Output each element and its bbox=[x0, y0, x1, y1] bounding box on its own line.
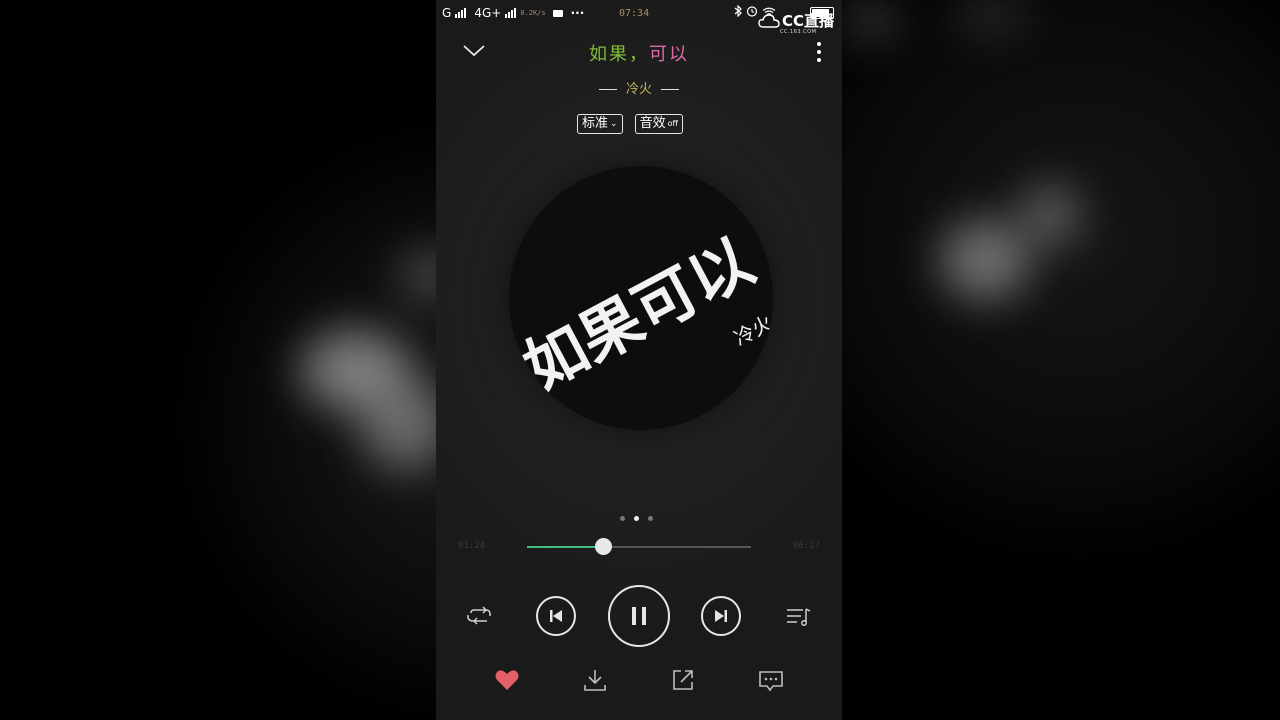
background-blur-shape bbox=[840, 0, 900, 40]
signal-icon bbox=[455, 8, 467, 18]
sound-effects-button[interactable]: 音效 off bbox=[634, 114, 683, 134]
total-time: 06:17 bbox=[792, 541, 820, 551]
network-type-label: G bbox=[442, 6, 452, 20]
previous-track-button[interactable] bbox=[536, 596, 576, 636]
background-blur-shape bbox=[950, 0, 1030, 30]
progress-fill bbox=[527, 546, 604, 548]
effects-state: off bbox=[667, 119, 678, 128]
effects-label: 音效 bbox=[639, 116, 666, 131]
playlist-button[interactable] bbox=[784, 602, 814, 632]
status-time: 07:34 bbox=[619, 8, 650, 19]
album-art-disc[interactable]: 如果可以 冷火 bbox=[509, 166, 773, 430]
play-mode-button[interactable] bbox=[464, 602, 494, 632]
status-bar: G 4G+ 0.2K/s ··· 07:34 CC直播 CC.163.COM bbox=[436, 0, 842, 35]
network-speed: 0.2K/s bbox=[520, 9, 546, 17]
song-title-part: 可以 bbox=[649, 44, 689, 65]
network-type-label: 4G+ bbox=[474, 6, 502, 20]
share-icon bbox=[673, 670, 693, 690]
skip-previous-icon bbox=[550, 610, 562, 622]
album-art-title: 如果可以 bbox=[512, 224, 765, 405]
heart-icon bbox=[495, 670, 519, 690]
comment-icon bbox=[759, 671, 783, 692]
song-title-part: 如果， bbox=[589, 44, 649, 65]
watermark-text: CC直播 bbox=[781, 12, 834, 30]
next-track-button[interactable] bbox=[701, 596, 741, 636]
play-pause-button[interactable] bbox=[608, 585, 670, 647]
bluetooth-icon bbox=[734, 4, 742, 20]
repeat-icon bbox=[467, 606, 491, 625]
page-indicator bbox=[620, 516, 653, 521]
audio-options: 标准 ⌄ 音效 off bbox=[577, 114, 683, 134]
more-notifications-icon: ··· bbox=[570, 6, 585, 20]
progress-bar[interactable] bbox=[527, 538, 751, 555]
page-dot bbox=[620, 516, 625, 521]
skip-next-icon bbox=[715, 610, 727, 622]
pause-icon bbox=[632, 607, 646, 625]
album-art-artist: 冷火 bbox=[730, 310, 773, 350]
video-icon bbox=[552, 9, 563, 17]
quality-selector[interactable]: 标准 ⌄ bbox=[577, 114, 623, 134]
page-dot bbox=[634, 516, 639, 521]
cc-live-watermark: CC直播 CC.163.COM bbox=[758, 10, 834, 35]
page-dot bbox=[648, 516, 653, 521]
song-title: 如果，可以 bbox=[436, 40, 842, 66]
share-button[interactable] bbox=[669, 666, 697, 694]
quality-label: 标准 bbox=[582, 116, 609, 131]
background-blur-shape bbox=[1020, 185, 1080, 245]
playlist-icon bbox=[787, 608, 811, 626]
cloud-icon bbox=[758, 13, 780, 28]
album-art-image: 如果可以 冷火 bbox=[512, 224, 773, 405]
progress-handle[interactable] bbox=[595, 538, 613, 555]
download-button[interactable] bbox=[581, 666, 609, 694]
music-player-screen: G 4G+ 0.2K/s ··· 07:34 CC直播 CC.163.COM 如… bbox=[436, 0, 842, 720]
comments-button[interactable] bbox=[757, 666, 785, 694]
artist-name[interactable]: 冷火 bbox=[436, 78, 842, 97]
watermark-subtext: CC.163.COM bbox=[779, 29, 817, 35]
alarm-icon bbox=[746, 5, 758, 20]
download-icon bbox=[584, 670, 606, 691]
like-button[interactable] bbox=[493, 666, 521, 694]
signal-icon bbox=[505, 8, 517, 18]
background-blur-shape bbox=[940, 220, 1030, 300]
chevron-down-icon: ⌄ bbox=[610, 119, 618, 129]
current-time: 01:24 bbox=[458, 541, 486, 551]
status-left: G 4G+ 0.2K/s ··· bbox=[442, 6, 584, 20]
